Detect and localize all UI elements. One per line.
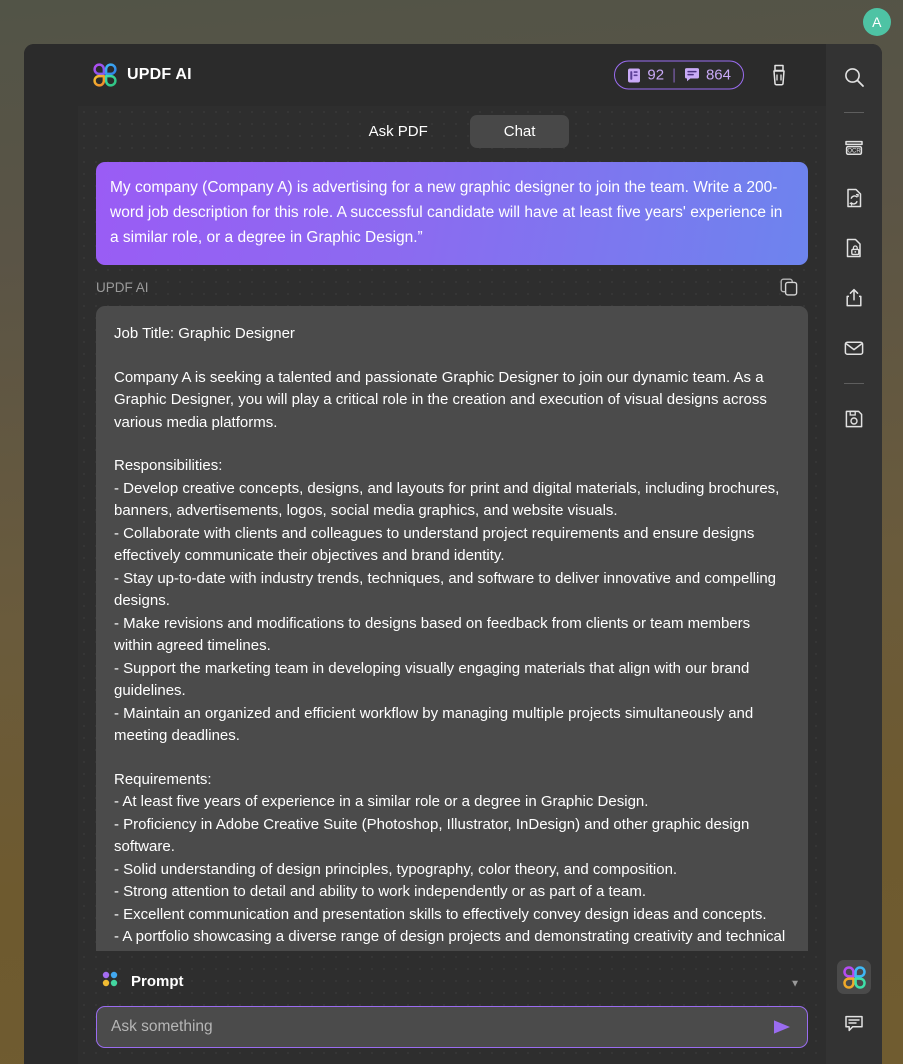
ai-panel-header: UPDF AI 92 | 864 <box>78 44 826 106</box>
right-toolbar: OCR <box>826 44 882 1064</box>
chevron-down-icon[interactable]: ▼ <box>790 978 800 989</box>
copy-icon[interactable] <box>778 276 800 298</box>
updf-app-window: UPDF AI 92 | 864 Ask PDF Chat My company… <box>24 44 882 1064</box>
document-credit-count: 92 <box>647 66 665 84</box>
updf-clover-logo-icon <box>92 62 118 88</box>
chat-credits-group: 864 <box>684 67 731 84</box>
prompt-selector-row[interactable]: Prompt ▼ <box>96 961 808 1006</box>
protect-document-icon[interactable] <box>837 231 871 265</box>
ask-input-wrapper[interactable] <box>96 1006 808 1048</box>
prompt-label: Prompt <box>131 973 184 990</box>
ocr-icon[interactable]: OCR <box>837 131 871 165</box>
assistant-paragraph: Job Title: Graphic Designer <box>114 325 295 342</box>
four-dots-icon <box>100 969 120 994</box>
assistant-name-label: UPDF AI <box>96 279 149 295</box>
tab-chat[interactable]: Chat <box>469 114 570 148</box>
chat-credit-count: 864 <box>705 66 731 84</box>
app-logo-group: UPDF AI <box>92 62 192 88</box>
assistant-paragraph: Responsibilities: - Develop creative con… <box>114 457 780 744</box>
mode-tabs: Ask PDF Chat <box>78 106 826 156</box>
left-page-strip <box>24 44 78 1064</box>
desktop-top-strip: A <box>0 0 903 44</box>
avatar[interactable]: A <box>863 8 891 36</box>
document-credits-group: 92 <box>627 67 664 84</box>
credits-badge[interactable]: 92 | 864 <box>614 60 744 90</box>
brush-icon[interactable] <box>766 62 792 88</box>
assistant-paragraph: Company A is seeking a talented and pass… <box>114 368 772 431</box>
mail-icon[interactable] <box>837 331 871 365</box>
document-icon <box>627 67 641 83</box>
chat-scroll-area[interactable]: My company (Company A) is advertising fo… <box>78 156 826 951</box>
user-message-bubble: My company (Company A) is advertising fo… <box>96 162 808 265</box>
svg-text:OCR: OCR <box>847 148 861 154</box>
comment-icon[interactable] <box>837 1006 871 1040</box>
toolbar-divider <box>844 383 864 384</box>
assistant-response-card: Job Title: Graphic Designer Company A is… <box>96 306 808 951</box>
right-toolbar-bottom <box>826 960 882 1052</box>
updf-ai-icon[interactable] <box>837 960 871 994</box>
ai-panel: UPDF AI 92 | 864 Ask PDF Chat My company… <box>78 44 826 1064</box>
search-icon[interactable] <box>837 60 871 94</box>
assistant-message-meta: UPDF AI <box>96 265 808 306</box>
app-title: UPDF AI <box>127 66 192 83</box>
share-icon[interactable] <box>837 281 871 315</box>
chat-bubble-icon <box>684 68 700 83</box>
avatar-initial: A <box>872 14 882 30</box>
composer: Prompt ▼ <box>78 951 826 1064</box>
assistant-paragraph: Requirements: - At least five years of e… <box>114 770 786 952</box>
search-input[interactable] <box>111 1018 769 1036</box>
send-icon[interactable] <box>769 1017 795 1037</box>
tab-ask-pdf[interactable]: Ask PDF <box>335 115 462 148</box>
credits-separator: | <box>672 66 676 84</box>
convert-document-icon[interactable] <box>837 181 871 215</box>
save-icon[interactable] <box>837 402 871 436</box>
toolbar-divider <box>844 112 864 113</box>
